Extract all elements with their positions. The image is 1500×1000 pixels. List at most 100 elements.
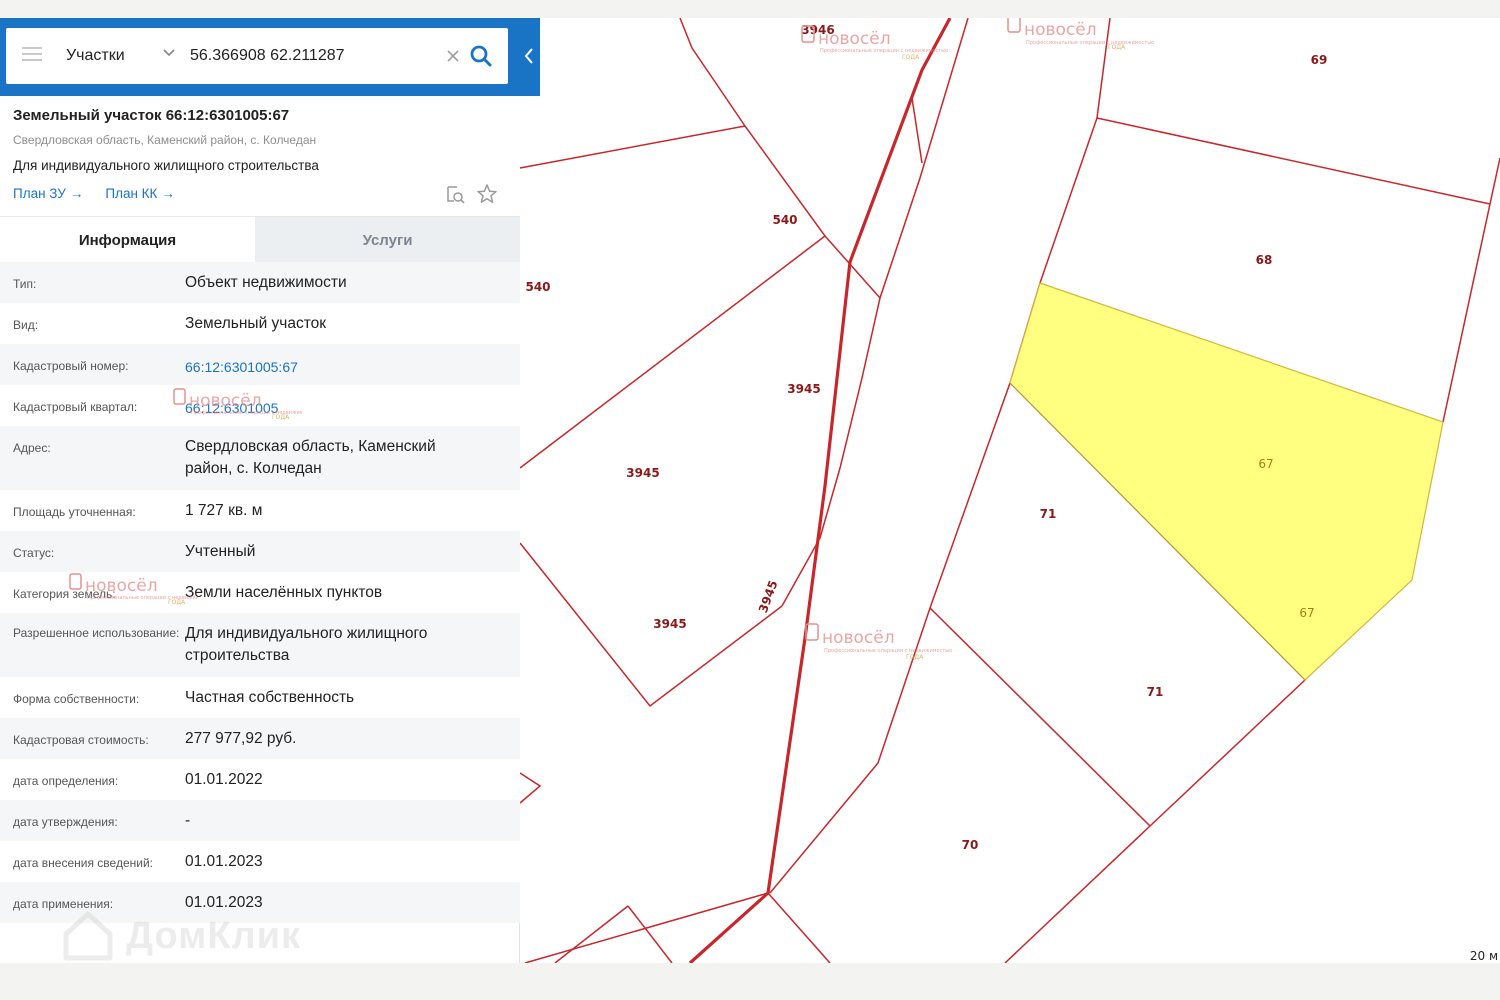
info-row-cadastral-number: Кадастровый номер: 66:12:6301005:67 <box>0 344 520 385</box>
info-key: дата применения: <box>13 897 114 911</box>
info-row-cadastral-value: Кадастровая стоимость: 277 977,92 руб. <box>0 718 520 759</box>
cadastral-number-link[interactable]: 66:12:6301005:67 <box>185 356 520 385</box>
map-label-540: 540 <box>772 213 797 227</box>
svg-text:ГОДА: ГОДА <box>906 654 924 661</box>
svg-text:Профессиональные операции с не: Профессиональные операции с недвижимость… <box>824 648 952 654</box>
info-value: - <box>185 812 191 829</box>
info-row-application-date: дата применения: 01.01.2023 <box>0 882 520 923</box>
info-row-status: Статус: Учтенный <box>0 531 520 572</box>
svg-text:новосёл: новосёл <box>822 628 895 648</box>
parcel-address: Свердловская область, Каменский район, с… <box>13 133 317 147</box>
map-watermark-3: новосёл Профессиональные операции с недв… <box>805 623 952 661</box>
info-row-approval-date: дата утверждения: - <box>0 800 520 841</box>
tab-services[interactable]: Услуги <box>255 217 520 263</box>
house-logo-icon <box>1007 18 1021 33</box>
arrow-right-icon: → <box>69 186 84 201</box>
map-label-70: 70 <box>962 838 979 852</box>
info-row-address: Адрес: Свердловская область, Каменский р… <box>0 426 520 490</box>
info-row-type: Тип: Объект недвижимости <box>0 262 520 303</box>
info-key: дата утверждения: <box>13 815 118 829</box>
map-label-67: 67 <box>1258 457 1273 471</box>
info-value: Частная собственность <box>185 689 355 706</box>
info-key: Кадастровый номер: <box>13 359 129 373</box>
svg-text:Профессиональные операции с не: Профессиональные операции с недвижимость… <box>820 48 948 54</box>
zoom-to-parcel-icon[interactable] <box>444 184 466 206</box>
info-table: Тип: Объект недвижимости Вид: Земельный … <box>0 262 520 923</box>
map-label-3945-c: 3945 <box>653 617 686 631</box>
tab-info[interactable]: Информация <box>0 217 255 263</box>
info-key: Адрес: <box>13 441 51 455</box>
plan-kk-label: План КК <box>105 186 158 201</box>
info-value: Земли населённых пунктов <box>185 584 383 601</box>
close-icon[interactable] <box>442 45 464 67</box>
map-watermark-1: новосёл Профессиональные операции с недв… <box>801 25 948 61</box>
hamburger-icon[interactable] <box>22 47 42 63</box>
info-row-kind: Вид: Земельный участок <box>0 303 520 344</box>
svg-text:новосёл: новосёл <box>1024 20 1097 40</box>
svg-text:новосёл: новосёл <box>818 29 891 49</box>
info-key: Тип: <box>13 277 37 291</box>
parcel-header: Земельный участок 66:12:6301005:67 Сверд… <box>0 96 520 216</box>
info-row-entry-date: дата внесения сведений: 01.01.2023 <box>0 841 520 882</box>
info-key: Площадь уточненная: <box>13 505 136 519</box>
parcel-permitted-use: Для индивидуального жилищного строительс… <box>13 158 319 173</box>
page-title: Земельный участок 66:12:6301005:67 <box>13 107 290 124</box>
svg-text:Профессиональные операции с не: Профессиональные операции с недвижимость… <box>1026 40 1154 46</box>
info-key: Форма собственности: <box>13 692 140 706</box>
info-value: 1 727 кв. м <box>185 502 263 519</box>
map-label-3945: 3945 <box>787 382 820 396</box>
info-value: Земельный участок <box>185 315 327 332</box>
map-label-71-b: 71 <box>1147 685 1164 699</box>
svg-text:ГОДА: ГОДА <box>902 54 920 61</box>
map-label-540-b: 540 <box>525 280 550 294</box>
star-icon[interactable] <box>476 183 498 205</box>
info-key: дата внесения сведений: <box>13 856 153 870</box>
search-bar: Участки <box>0 18 540 96</box>
info-row-permitted-use: Разрешенное использование: Для индивидуа… <box>0 613 520 677</box>
info-panel: Участки Земельный участок 66:12:6301005:… <box>0 18 540 963</box>
arrow-right-icon: → <box>161 186 175 201</box>
map-scale: 20 м <box>1469 949 1498 963</box>
map-label-68: 68 <box>1256 253 1273 267</box>
map-label-67-b: 67 <box>1299 606 1314 620</box>
info-row-cadastral-quarter: Кадастровый квартал: 66:12:6301005 новос… <box>0 385 520 426</box>
map-watermark-2: новосёл Профессиональные операции с недв… <box>1007 18 1154 51</box>
selected-parcel-67[interactable] <box>1009 282 1444 681</box>
info-key: дата определения: <box>13 774 119 788</box>
quarter-boundary <box>688 18 952 963</box>
info-row-land-category: Категория земель: Земли населённых пункт… <box>0 572 520 613</box>
info-row-ownership: Форма собственности: Частная собственнос… <box>0 677 520 718</box>
search-box: Участки <box>6 28 508 84</box>
search-icon[interactable] <box>468 43 494 69</box>
info-key: Статус: <box>13 546 55 560</box>
info-key: Вид: <box>13 318 39 332</box>
info-row-area: Площадь уточненная: 1 727 кв. м <box>0 490 520 531</box>
info-key: Кадастровый квартал: <box>13 400 138 414</box>
map-label-3945-b: 3945 <box>626 466 659 480</box>
info-row-determination-date: дата определения: 01.01.2022 <box>0 759 520 800</box>
info-value: Объект недвижимости <box>185 274 347 291</box>
info-key: Категория земель: <box>13 587 116 601</box>
chevron-left-icon[interactable] <box>522 46 536 66</box>
info-value: 277 977,92 руб. <box>185 730 297 747</box>
info-value: 01.01.2022 <box>185 771 263 788</box>
info-key: Разрешенное использование: <box>13 626 180 640</box>
info-value: 01.01.2023 <box>185 894 263 911</box>
info-value: Для индивидуального жилищного строительс… <box>185 625 428 664</box>
info-key: Кадастровая стоимость: <box>13 733 149 747</box>
plan-kk-link[interactable]: План КК → <box>105 186 175 201</box>
svg-text:ГОДА: ГОДА <box>1108 44 1126 51</box>
map-label-71: 71 <box>1040 507 1057 521</box>
cadastral-quarter-link[interactable]: 66:12:6301005 <box>185 397 520 426</box>
plan-links: План ЗУ → План КК → <box>13 186 175 201</box>
info-value: Свердловская область, Каменский район, с… <box>185 438 436 477</box>
plan-zu-link[interactable]: План ЗУ → <box>13 186 83 201</box>
plan-zu-label: План ЗУ <box>13 186 66 201</box>
info-value: 01.01.2023 <box>185 853 263 870</box>
tabs: Информация Услуги <box>0 216 520 263</box>
chevron-down-icon[interactable] <box>162 46 176 60</box>
search-input[interactable] <box>190 41 440 71</box>
app-window: 3946 69 540 540 68 3945 3945 67 71 67 39… <box>0 18 1500 963</box>
info-value: Учтенный <box>185 543 256 560</box>
map-label-69: 69 <box>1311 53 1328 67</box>
